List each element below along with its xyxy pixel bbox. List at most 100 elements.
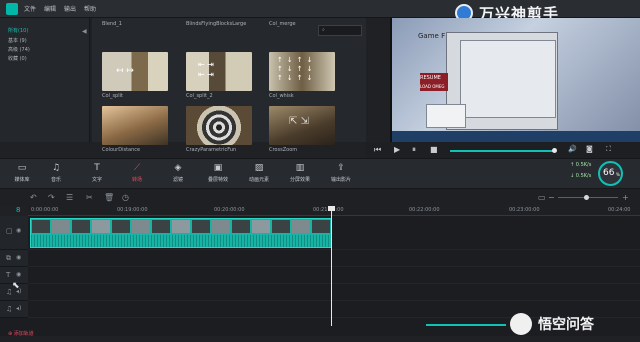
speed-gauge: 66 % bbox=[598, 161, 623, 186]
bottom-watermark: 悟空问答 bbox=[538, 317, 594, 333]
stop-icon[interactable]: ■ bbox=[430, 145, 438, 154]
transition-thumb[interactable]: ⇱ ⇲ bbox=[269, 106, 335, 145]
top-label-2: BlindsFlyingBlocksLarge bbox=[186, 21, 247, 27]
preview-lock-label: LOAD OMEG bbox=[420, 84, 445, 89]
sidebar-item-all[interactable]: 所有(10) bbox=[8, 27, 28, 34]
timeline-toolbar: ↶ ↷ ☰ ✂ 🗑 ◷ ▭ − + bbox=[0, 189, 640, 206]
clip-frame bbox=[92, 220, 110, 233]
zoom-out-icon[interactable]: − bbox=[548, 193, 555, 202]
zoom-slider-knob[interactable] bbox=[584, 195, 589, 200]
transition-thumb[interactable]: ↤ ↦ bbox=[102, 52, 168, 91]
collapse-arrow-icon[interactable]: ◀ bbox=[82, 28, 87, 35]
progress-knob[interactable] bbox=[552, 148, 557, 153]
sidebar-item-basic[interactable]: 基本 (9) bbox=[8, 37, 27, 44]
video-track-icon[interactable]: ▢ bbox=[6, 227, 13, 235]
menu-output[interactable]: 输出 bbox=[64, 4, 76, 13]
ruler-tick: 00:24:00 bbox=[608, 207, 631, 213]
search-input[interactable]: ⌕ bbox=[318, 25, 362, 36]
cut-icon[interactable]: ✂ bbox=[86, 193, 93, 202]
overlay-track-header: ⧉ ◉ bbox=[0, 250, 28, 267]
nested-window-2 bbox=[460, 40, 556, 118]
skip-back-icon[interactable]: ⏮ bbox=[374, 145, 381, 155]
sidebar-item-favorites[interactable]: 收藏 (0) bbox=[8, 55, 27, 62]
thumb-label: CrossZoom bbox=[269, 147, 298, 153]
add-track-button[interactable]: ⊕ 添加轨道 bbox=[8, 330, 34, 337]
undo-icon[interactable]: ↶ bbox=[30, 193, 37, 202]
play-icon[interactable]: ▶ bbox=[394, 145, 400, 154]
sidebar-item-advanced[interactable]: 高级 (74) bbox=[8, 46, 30, 53]
clip-frame bbox=[292, 220, 310, 233]
eye-icon[interactable]: ◉ bbox=[16, 271, 21, 278]
menu-bar: 文件 编辑 输出 帮助 bbox=[24, 4, 96, 13]
split-arrows-icon: ↤ ↦ bbox=[116, 66, 134, 76]
video-clip[interactable] bbox=[30, 218, 332, 248]
overlay-icon: ▣ bbox=[213, 163, 223, 173]
video-track-header: ▢ ◉ bbox=[0, 216, 28, 250]
toolbar-element-button[interactable]: ▨ 动画元素 bbox=[242, 163, 276, 183]
settings-icon[interactable]: ☰ bbox=[66, 193, 73, 202]
volume-icon[interactable]: 🔊 bbox=[568, 145, 577, 153]
transition-icon: ⟋ bbox=[133, 163, 141, 173]
whisk-arrows-icon: ↑↓↑↓ ↑↓↑↓ ↑↓↑↓ bbox=[277, 56, 317, 82]
transition-thumb[interactable]: ↑↓↑↓ ↑↓↑↓ ↑↓↑↓ bbox=[269, 52, 335, 91]
fullscreen-icon[interactable]: ⛶ bbox=[606, 145, 611, 154]
clip-frame bbox=[32, 220, 50, 233]
preview-player[interactable]: Game F RESUME LOAD OMEG bbox=[390, 18, 640, 142]
pause-icon[interactable]: ⏸ bbox=[412, 145, 416, 155]
eye-icon[interactable]: ◉ bbox=[16, 227, 21, 234]
delete-icon[interactable]: 🗑 bbox=[104, 193, 114, 202]
redo-icon[interactable]: ↷ bbox=[48, 193, 55, 202]
toolbar-text-button[interactable]: T 文字 bbox=[80, 163, 114, 183]
clip-frame bbox=[272, 220, 290, 233]
preview-controls: ⏮ ▶ ⏸ ■ 🔊 ◙ ⛶ bbox=[366, 142, 640, 158]
music-track-icon[interactable]: ♫ bbox=[6, 305, 12, 313]
clock-icon[interactable]: ◷ bbox=[122, 193, 129, 202]
thumb-label: Col_whisk bbox=[269, 93, 294, 99]
zoom-in-icon[interactable]: + bbox=[622, 193, 629, 202]
ruler-tick: 00:19:00:00 bbox=[117, 207, 148, 213]
add-icon: ⊕ bbox=[8, 331, 13, 337]
lock-track-icon[interactable]: 8 bbox=[16, 206, 20, 214]
clip-frame bbox=[112, 220, 130, 233]
wukong-logo-icon bbox=[510, 313, 532, 335]
preview-taskbar bbox=[392, 131, 640, 142]
clip-frame bbox=[192, 220, 210, 233]
toolbar-filter-button[interactable]: ◈ 滤镜 bbox=[161, 163, 195, 183]
add-track-label: 添加轨道 bbox=[13, 331, 34, 337]
audio-waveform bbox=[31, 235, 331, 247]
toolbar-transition-button[interactable]: ⟋ 转场 bbox=[120, 163, 154, 183]
clip-frame bbox=[52, 220, 70, 233]
menu-edit[interactable]: 编辑 bbox=[44, 4, 56, 13]
playhead[interactable] bbox=[331, 208, 332, 326]
eye-icon[interactable]: ◉ bbox=[16, 254, 21, 261]
horizontal-scrollbar[interactable] bbox=[426, 324, 506, 326]
music-icon: ♫ bbox=[51, 163, 61, 173]
toolbar-media-button[interactable]: ▭ 媒体库 bbox=[5, 163, 39, 183]
menu-file[interactable]: 文件 bbox=[24, 4, 36, 13]
element-icon: ▨ bbox=[254, 163, 264, 173]
toolbar-music-button[interactable]: ♫ 音乐 bbox=[39, 163, 73, 183]
menu-help[interactable]: 帮助 bbox=[84, 4, 96, 13]
thumb-label: Col_split_2 bbox=[186, 93, 213, 99]
thumb-label: CrazyParametricFun bbox=[186, 147, 237, 153]
audio-track-row[interactable] bbox=[28, 284, 640, 301]
ruler-tick: 00:22:00:00 bbox=[409, 207, 440, 213]
transition-thumb[interactable]: ⇤ ⇥ ⇤ ⇥ bbox=[186, 52, 252, 91]
toolbar-split-button[interactable]: ▥ 分屏效果 bbox=[283, 163, 317, 183]
text-track-row[interactable] bbox=[28, 267, 640, 284]
snapshot-icon[interactable]: ◙ bbox=[586, 145, 593, 153]
main-toolbar: ▭ 媒体库 ♫ 音乐 T 文字 ⟋ 转场 ◈ 滤镜 ▣ 叠层特效 ▨ 动画元素 ▥ 分屏效果 ⇪… bbox=[0, 158, 640, 189]
overlay-track-row[interactable] bbox=[28, 250, 640, 267]
transition-thumb[interactable] bbox=[102, 106, 168, 145]
thumb-label: ColourDistance bbox=[102, 147, 141, 153]
text-track-icon[interactable]: T bbox=[6, 271, 10, 279]
toolbar-export-button[interactable]: ⇪ 输出影片 bbox=[324, 163, 358, 183]
overlay-track-icon[interactable]: ⧉ bbox=[6, 254, 11, 263]
zoom-fit-icon[interactable]: ▭ bbox=[538, 193, 546, 202]
toolbar-overlay-button[interactable]: ▣ 叠层特效 bbox=[201, 163, 235, 183]
speaker-icon[interactable]: ◂) bbox=[16, 305, 21, 312]
preview-progress[interactable] bbox=[450, 150, 554, 152]
transition-thumb[interactable] bbox=[186, 106, 252, 145]
mouse-cursor-icon: ⬉ bbox=[12, 281, 20, 291]
download-speed: ↓ 0.5K/s bbox=[570, 173, 591, 179]
